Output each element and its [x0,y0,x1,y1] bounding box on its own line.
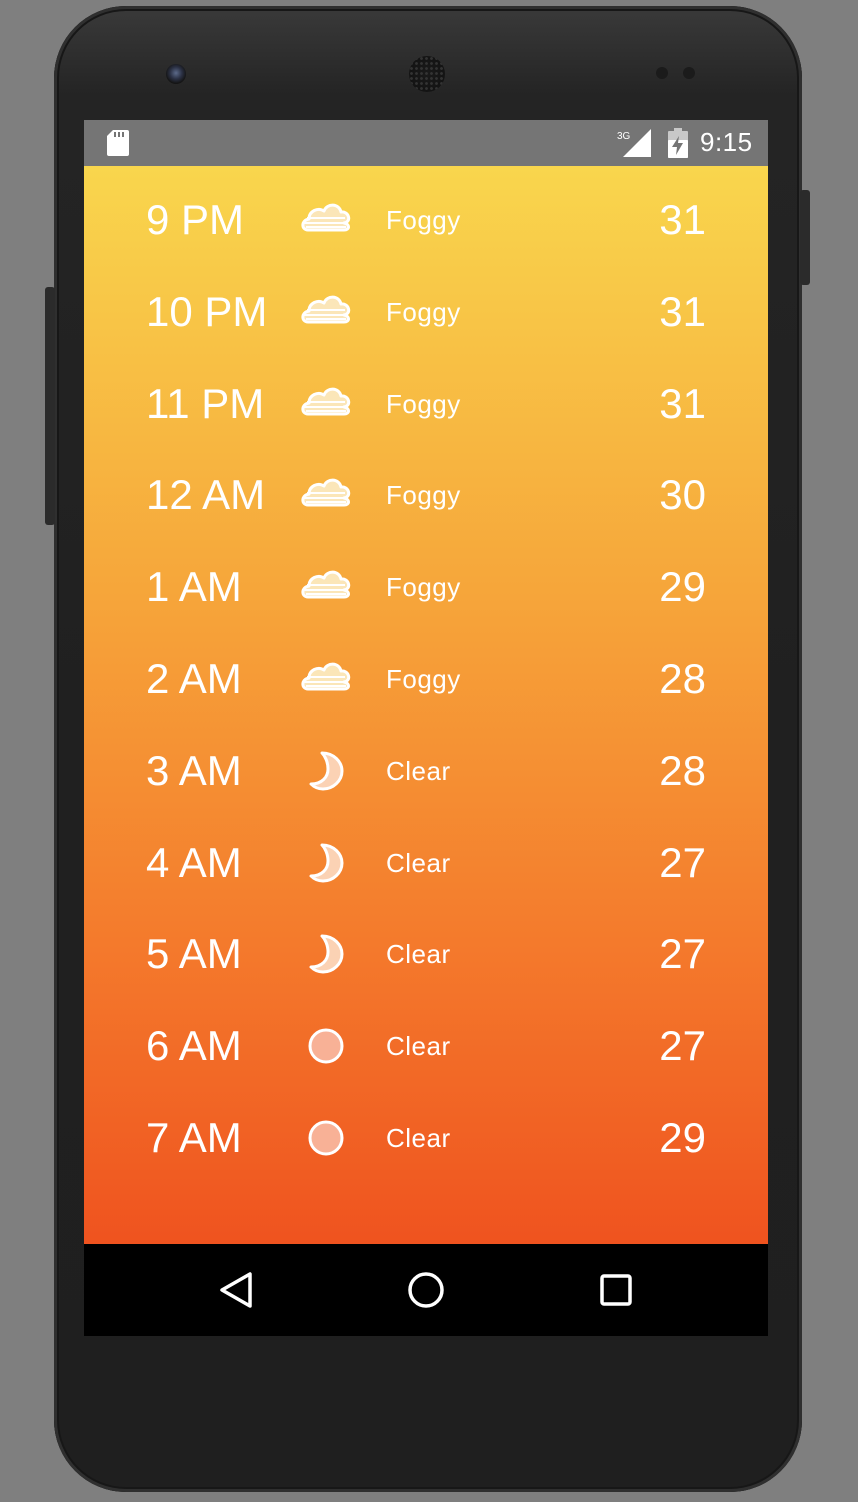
hour-label: 4 AM [146,838,242,886]
volume-button [45,287,55,525]
hour-label: 3 AM [146,746,242,794]
condition-label: Foggy [386,296,461,327]
hour-label: 7 AM [146,1114,242,1161]
condition-label: Clear [386,847,451,878]
condition-label: Clear [386,1123,451,1153]
hourly-row[interactable]: 7 AM Clear 29 [84,1092,768,1184]
fog-icon [301,295,351,324]
temperature-label: 28 [659,746,706,794]
temperature-label: 31 [659,196,706,243]
condition-label: Foggy [386,664,461,694]
condition-label: Foggy [386,572,461,603]
battery-charging-icon [668,128,688,158]
hourly-row[interactable]: 12 AM Foggy 30 [84,449,768,541]
hourly-row[interactable]: 1 AM Foggy 29 [84,541,768,633]
hourly-row[interactable]: 6 AM Clear 27 [84,1000,768,1092]
fog-icon [301,387,351,416]
temperature-label: 29 [659,1114,706,1161]
hour-label: 2 AM [146,655,242,702]
status-clock: 9:15 [700,127,753,157]
temperature-label: 28 [659,655,706,702]
hourly-row[interactable]: 4 AM Clear 27 [84,817,768,909]
home-circle-icon[interactable] [404,1268,448,1312]
svg-text:3G: 3G [617,131,631,142]
fog-icon [301,203,351,232]
sun-icon [308,1028,344,1064]
light-sensor [683,67,695,79]
temperature-label: 27 [659,838,706,886]
cell-signal-icon: 3G [617,129,651,157]
temperature-label: 27 [659,930,706,978]
fog-icon [301,479,351,507]
condition-label: Foggy [386,480,461,511]
hourly-row[interactable]: 11 PM Foggy 31 [84,358,768,450]
hour-label: 9 PM [146,196,245,243]
sd-card-icon [107,130,129,156]
proximity-sensor [656,67,668,79]
navigation-bar [84,1244,768,1336]
temperature-label: 31 [659,287,706,335]
back-triangle-icon[interactable] [215,1268,259,1312]
moon-icon [309,934,344,974]
moon-icon [309,751,344,791]
hourly-row[interactable]: 9 PM Foggy 31 [84,174,768,266]
hour-label: 11 PM [146,379,265,427]
fog-icon [301,662,351,691]
hour-label: 1 AM [146,563,242,611]
hour-label: 5 AM [146,930,242,978]
recents-square-icon[interactable] [594,1268,638,1312]
status-bar: 3G 9:15 [84,120,768,166]
temperature-label: 27 [659,1022,706,1070]
temperature-label: 31 [659,379,706,427]
hourly-row[interactable]: 5 AM Clear 27 [84,908,768,1000]
screen: 3G 9:15 9 PM Foggy 31 10 PM Foggy 31 11 PM Fogg… [84,120,768,1336]
hourly-row[interactable]: 2 AM Foggy 28 [84,633,768,725]
hour-label: 10 PM [146,287,268,335]
condition-label: Foggy [386,205,461,235]
power-button [800,190,810,285]
earpiece-speaker [409,56,445,92]
temperature-label: 30 [659,471,706,519]
front-camera [166,64,186,84]
condition-label: Clear [386,939,451,970]
sun-icon [308,1120,344,1156]
hour-label: 12 AM [146,471,266,519]
fog-icon [301,570,351,599]
condition-label: Clear [386,1031,451,1062]
condition-label: Foggy [386,388,461,419]
hour-label: 6 AM [146,1022,242,1070]
hourly-row[interactable]: 10 PM Foggy 31 [84,266,768,358]
hourly-forecast-list[interactable]: 9 PM Foggy 31 10 PM Foggy 31 11 PM Foggy 31 12 AM… [84,166,768,1244]
hourly-row[interactable]: 3 AM Clear 28 [84,725,768,817]
moon-icon [309,843,344,883]
condition-label: Clear [386,755,451,786]
temperature-label: 29 [659,563,706,611]
